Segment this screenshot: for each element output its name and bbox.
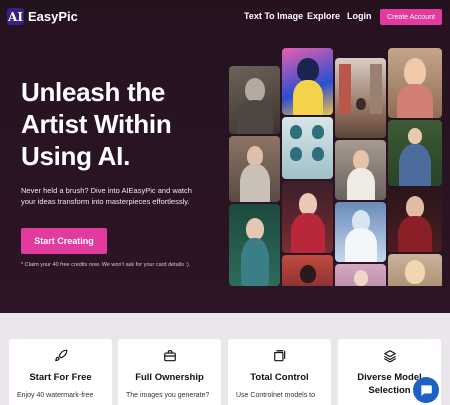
gallery-image[interactable] — [388, 254, 442, 286]
gallery-image[interactable] — [282, 181, 333, 253]
feature-card-control: Total Control Use Controlnet models to — [228, 339, 331, 405]
logo-mark: AI — [7, 8, 24, 25]
feature-text: Enjoy 40 watermark-free — [17, 392, 94, 399]
feature-card-ownership: Full Ownership The images you generate? — [118, 339, 221, 405]
gallery-image[interactable] — [229, 204, 280, 286]
hero-subtitle: Never held a brush? Dive into AIEasyPic … — [21, 186, 192, 206]
sample-gallery — [229, 48, 442, 286]
gallery-image[interactable] — [335, 58, 386, 138]
gallery-image[interactable] — [229, 136, 280, 202]
crop-icon — [273, 350, 285, 362]
feature-text: Use Controlnet models to — [236, 392, 315, 399]
hero-headline: Unleash the Artist Within Using AI. — [21, 77, 172, 171]
gallery-image[interactable] — [388, 120, 442, 186]
gallery-image[interactable] — [282, 255, 333, 286]
nav-link-text-to-image[interactable]: Text To Image — [244, 11, 303, 21]
nav-link-explore[interactable]: Explore — [307, 11, 340, 21]
rocket-icon — [54, 349, 67, 362]
start-creating-button[interactable]: Start Creating — [21, 228, 107, 254]
logo[interactable]: AI EasyPic — [7, 8, 78, 25]
hero-section: AI EasyPic Text To Image Explore Login C… — [0, 0, 450, 313]
gallery-image[interactable] — [388, 188, 442, 252]
gallery-image[interactable] — [335, 140, 386, 200]
nav-link-login[interactable]: Login — [347, 11, 372, 21]
gallery-image[interactable] — [335, 264, 386, 286]
feature-text: The images you generate? — [126, 392, 210, 399]
gallery-image[interactable] — [229, 66, 280, 134]
feature-title: Total Control — [250, 372, 309, 383]
feature-title: Full Ownership — [135, 372, 204, 383]
briefcase-icon — [163, 350, 176, 362]
create-account-button[interactable]: Create Account — [380, 9, 442, 25]
gallery-image[interactable] — [335, 202, 386, 262]
top-nav: AI EasyPic Text To Image Explore Login C… — [0, 0, 450, 34]
layers-icon — [383, 350, 396, 363]
chat-bubble-icon — [421, 385, 432, 396]
gallery-image[interactable] — [282, 48, 333, 115]
feature-card-free: Start For Free Enjoy 40 watermark-free — [9, 339, 112, 405]
brand-name: EasyPic — [28, 9, 78, 24]
chat-button[interactable] — [413, 377, 439, 403]
free-credits-note: * Claim your 40 free credits now. We won… — [21, 262, 189, 268]
gallery-image[interactable] — [388, 48, 442, 118]
gallery-image[interactable] — [282, 117, 333, 179]
feature-title: Start For Free — [29, 372, 92, 383]
